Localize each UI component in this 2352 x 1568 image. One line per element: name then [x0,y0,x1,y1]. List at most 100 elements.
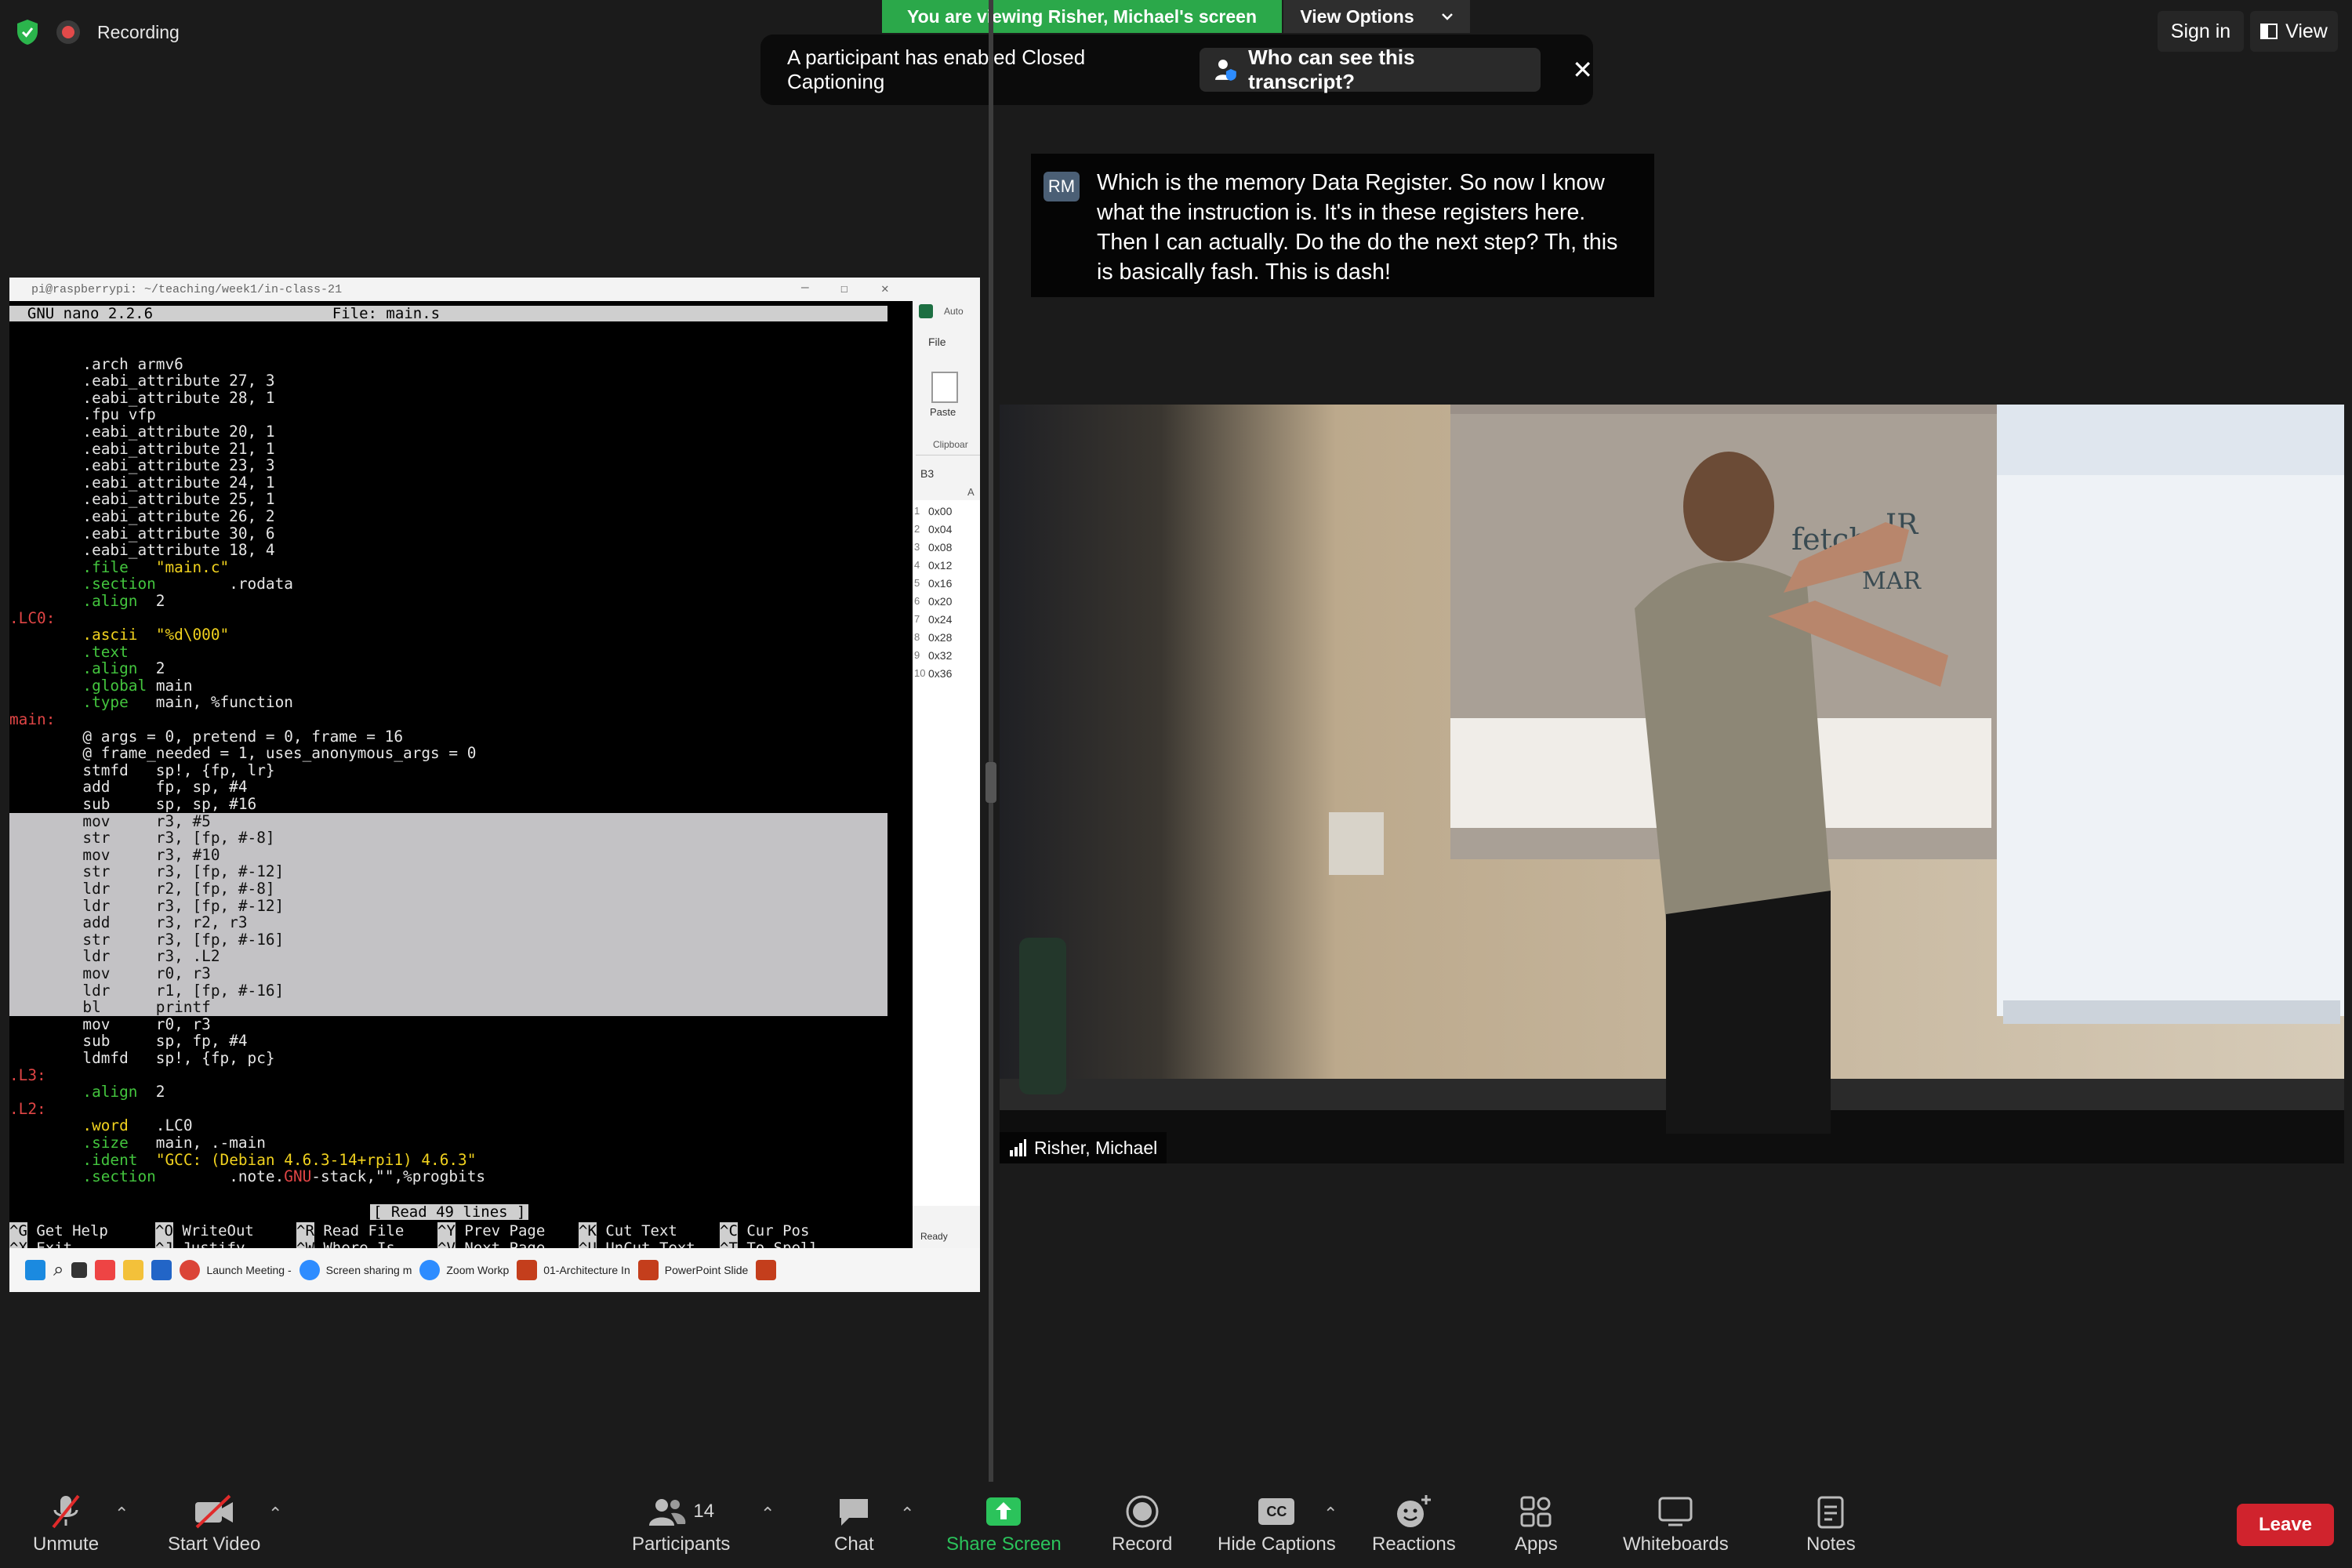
shared-terminal-window: pi@raspberrypi: ~/teaching/week1/in-clas… [9,278,980,1253]
excel-cell[interactable]: 0x04 [928,523,952,535]
video-options-chevron-icon[interactable]: ⌃ [268,1504,282,1524]
start-video-label: Start Video [168,1534,261,1555]
shortcut-prev-page: ^Y Prev Page [437,1222,546,1240]
taskbar-item-screen-sharing[interactable]: Screen sharing m [299,1260,412,1280]
close-icon[interactable]: ✕ [1572,55,1593,85]
meeting-toolbar: Unmute ⌃ Start Video ⌃ 14 Participants ⌃… [0,1482,2352,1568]
excel-name-box[interactable]: B3 [920,467,934,480]
excel-grid[interactable]: 1 0x00 2 0x04 3 0x08 4 0x12 5 0x16 6 0x20 7 0x2… [913,500,980,1206]
viewing-screen-banner: You are viewing Risher, Michael's screen [882,0,1282,33]
record-label: Record [1112,1534,1173,1555]
chrome-icon [180,1260,201,1280]
excel-autosave: Auto [944,306,964,317]
excel-cell[interactable]: 0x36 [928,667,952,680]
excel-cell[interactable]: 0x00 [928,505,952,517]
taskbar-label: Zoom Workp [446,1264,510,1276]
excel-cell[interactable]: 0x16 [928,577,952,590]
participants-chevron-icon[interactable]: ⌃ [760,1504,775,1524]
excel-file-menu[interactable]: File [928,336,946,348]
taskbar-label: Launch Meeting - [206,1264,292,1276]
hide-captions-button[interactable]: CC Hide Captions [1218,1490,1336,1555]
share-screen-icon [986,1497,1022,1526]
view-options-button[interactable]: View Options [1283,0,1470,33]
taskbar-item-zoom-workplace[interactable]: Zoom Workp [419,1260,509,1280]
record-icon [1126,1495,1159,1528]
shared-taskbar: ⌕ Launch Meeting - Screen sharing m Zoom… [9,1248,980,1292]
reactions-label: Reactions [1372,1534,1456,1555]
reactions-button[interactable]: Reactions [1372,1490,1456,1555]
split-drag-handle[interactable] [985,762,996,803]
taskbar-item-powerpoint-slide[interactable]: PowerPoint Slide [637,1260,749,1280]
powerpoint-icon[interactable] [756,1260,777,1280]
excel-cell[interactable]: 0x24 [928,613,952,626]
notes-icon [1817,1496,1844,1529]
excel-cell[interactable]: 0x32 [928,649,952,662]
excel-icon [919,304,933,318]
apps-label: Apps [1515,1534,1558,1555]
minimize-icon[interactable]: — [801,281,809,295]
taskbar-item-launch-meeting[interactable]: Launch Meeting - [180,1260,292,1280]
leave-button[interactable]: Leave [2237,1504,2334,1546]
participants-label: Participants [632,1534,731,1555]
store-icon[interactable] [151,1260,172,1280]
participant-video[interactable]: fetch IR MAR Risher, Michael [1000,405,2344,1163]
participants-button[interactable]: 14 Participants [632,1490,730,1555]
taskbar-item-architecture[interactable]: 01-Architecture In [517,1260,630,1280]
apps-button[interactable]: Apps [1515,1490,1558,1555]
view-button[interactable]: View [2250,11,2338,52]
taskbar-label: 01-Architecture In [543,1264,630,1276]
close-window-icon[interactable]: ✕ [881,281,889,296]
shortcut-read-file: ^R Read File [296,1222,405,1240]
view-options-label: View Options [1300,5,1414,27]
chat-icon [840,1499,869,1526]
excel-cell[interactable]: 0x12 [928,559,952,572]
closed-captions-icon: CC [1258,1498,1295,1525]
captions-chevron-icon[interactable]: ⌃ [1323,1504,1338,1524]
reactions-icon [1397,1495,1432,1527]
paste-icon[interactable] [931,372,958,403]
excel-column-header: A [967,486,975,498]
participants-count: 14 [693,1501,715,1522]
recording-indicator[interactable]: Recording [16,16,180,49]
share-screen-label: Share Screen [946,1534,1062,1555]
excel-cell[interactable]: 0x08 [928,541,952,554]
excel-cell[interactable]: 0x20 [928,595,952,608]
start-video-button[interactable]: Start Video [168,1490,260,1555]
participant-name: Risher, Michael [1034,1137,1158,1158]
app-icon[interactable] [95,1260,116,1280]
maximize-icon[interactable]: ☐ [840,281,848,296]
unmute-button[interactable]: Unmute [33,1490,99,1555]
nano-editor[interactable]: GNU nano 2.2.6 File: main.s .arch armv6 … [9,301,913,1253]
whiteboards-label: Whiteboards [1623,1534,1729,1555]
chat-label: Chat [834,1534,874,1555]
record-button[interactable]: Record [1112,1490,1172,1555]
excel-paste-label: Paste [930,406,956,418]
zoom-icon [299,1260,320,1280]
powerpoint-icon [517,1260,538,1280]
windows-start-icon[interactable] [25,1260,45,1280]
video-frame: fetch IR MAR [1000,405,2344,1163]
source-code: .arch armv6 .eabi_attribute 27, 3 .eabi_… [9,354,888,1186]
chat-chevron-icon[interactable]: ⌃ [900,1504,914,1524]
audio-options-chevron-icon[interactable]: ⌃ [114,1504,129,1524]
split-divider[interactable] [989,0,993,1482]
taskbar-label: PowerPoint Slide [664,1264,749,1276]
shortcut-get-help: ^G Get Help [9,1222,108,1240]
task-view-icon[interactable] [71,1262,88,1278]
sign-in-button[interactable]: Sign in [2158,11,2244,52]
notes-button[interactable]: Notes [1806,1490,1856,1555]
chat-button[interactable]: Chat [834,1490,874,1555]
share-screen-button[interactable]: Share Screen [946,1490,1062,1555]
excel-clipboard-label: Clipboar [933,439,968,450]
excel-cell[interactable]: 0x28 [928,631,952,644]
who-can-see-label: Who can see this transcript? [1248,45,1415,93]
folder-icon[interactable] [123,1260,144,1280]
record-dot-icon [56,20,80,44]
shield-icon[interactable] [16,19,39,45]
powerpoint-icon [637,1260,659,1280]
svg-text:MAR: MAR [1862,568,1922,595]
whiteboards-button[interactable]: Whiteboards [1623,1490,1729,1555]
search-icon[interactable]: ⌕ [53,1259,64,1281]
who-can-see-transcript-button[interactable]: Who can see this transcript? [1200,45,1541,93]
excel-window-sliver: Auto File Paste Clipboar B3 A 1 0x00 2 0x0… [913,301,980,1250]
